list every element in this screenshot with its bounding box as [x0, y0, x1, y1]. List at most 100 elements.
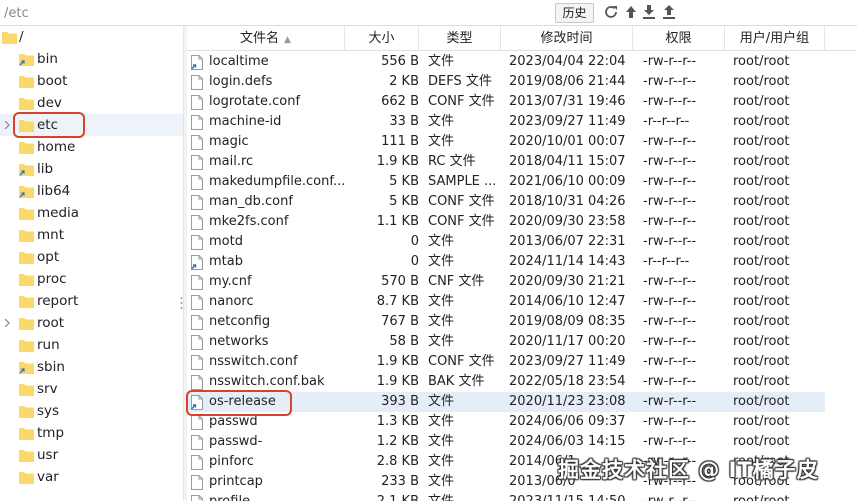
tree-item-proc[interactable]: proc — [0, 268, 183, 290]
file-permissions: -rw-r--r-- — [643, 234, 697, 249]
tree-item-opt[interactable]: opt — [0, 246, 183, 268]
upload-icon[interactable] — [661, 4, 677, 20]
file-mtime: 2023/11/15 14:50 — [509, 493, 634, 501]
tree-item-media[interactable]: media — [0, 202, 183, 224]
file-row[interactable]: mtab 0 文件 2024/11/14 14:43 -r--r--r-- root/ro… — [187, 252, 825, 272]
tree-item-dev[interactable]: dev — [0, 92, 183, 114]
file-name: pinforc — [209, 454, 254, 469]
path-input[interactable] — [4, 3, 544, 23]
tree-root[interactable]: / — [0, 26, 183, 48]
file-mtime: 2022/05/18 23:54 — [509, 374, 626, 389]
up-arrow-icon[interactable] — [623, 4, 639, 20]
folder-link-icon — [19, 54, 34, 66]
tree-item-root[interactable]: root — [0, 312, 183, 334]
file-owner: root/root — [733, 54, 790, 69]
tree-item-label: tmp — [37, 425, 65, 441]
file-name: man_db.conf — [209, 194, 293, 209]
tree-item-tmp[interactable]: tmp — [0, 422, 183, 444]
folder-icon — [19, 98, 34, 110]
history-button[interactable]: 历史 — [555, 3, 594, 23]
download-icon[interactable] — [641, 4, 657, 20]
file-row[interactable]: magic 111 B 文件 2020/10/01 00:07 -rw-r--r-- ro… — [187, 132, 825, 152]
file-row[interactable]: my.cnf 570 B CNF 文件 2020/09/30 21:21 -rw-r--… — [187, 272, 825, 292]
file-row[interactable]: motd 0 文件 2013/06/07 22:31 -rw-r--r-- root/ro… — [187, 232, 825, 252]
file-row[interactable]: nsswitch.conf.bak 1.9 KB BAK 文件 2022/05/18 … — [187, 372, 825, 392]
column-size[interactable]: 大小 — [345, 26, 419, 51]
column-permissions[interactable]: 权限 — [633, 26, 725, 51]
tree-item-label: report — [37, 293, 79, 309]
file-permissions: -rw-r--r-- — [643, 414, 697, 429]
file-permissions: -rw-r--r-- — [643, 274, 697, 289]
file-row[interactable]: makedumpfile.conf.... 5 KB SAMPLE ... 2021/… — [187, 172, 825, 192]
tree-item-label: mnt — [37, 227, 64, 243]
file-icon — [191, 95, 203, 110]
column-type[interactable]: 类型 — [419, 26, 501, 51]
tree-item-srv[interactable]: srv — [0, 378, 183, 400]
file-icon — [191, 135, 203, 150]
refresh-icon[interactable] — [603, 4, 619, 20]
file-mtime: 2023/04/04 22:04 — [509, 54, 626, 69]
splitter-grip-icon[interactable] — [180, 296, 183, 310]
file-row[interactable]: nsswitch.conf 1.9 KB CONF 文件 2023/09/27 11:… — [187, 352, 825, 372]
tree-item-sbin[interactable]: sbin — [0, 356, 183, 378]
tree-item-usr[interactable]: usr — [0, 444, 183, 466]
sort-asc-icon: ▲ — [284, 35, 291, 45]
tree-item-run[interactable]: run — [0, 334, 183, 356]
file-size: 1.9 KB — [376, 354, 419, 369]
file-icon — [191, 475, 203, 490]
tree-item-sys[interactable]: sys — [0, 400, 183, 422]
file-size: 1.9 KB — [376, 374, 419, 389]
file-mtime: 2019/08/06 21:44 — [509, 74, 626, 89]
directory-tree: / bin boot dev etc home lib lib64 media mnt opt pr… — [0, 26, 183, 501]
file-row[interactable]: login.defs 2 KB DEFS 文件 2019/08/06 21:44 -rw… — [187, 72, 825, 92]
file-type: 文件 — [428, 394, 455, 409]
tree-item-bin[interactable]: bin — [0, 48, 183, 70]
file-permissions: -rw-r--r-- — [643, 194, 697, 209]
folder-icon — [19, 384, 34, 396]
file-row[interactable]: machine-id 33 B 文件 2023/09/27 11:49 -r--r--r… — [187, 112, 825, 132]
file-row[interactable]: localtime 556 B 文件 2023/04/04 22:04 -rw-r--r… — [187, 52, 825, 72]
tree-item-mnt[interactable]: mnt — [0, 224, 183, 246]
file-size: 2.8 KB — [376, 454, 419, 469]
file-icon — [191, 415, 203, 430]
file-mtime: 2020/11/23 23:08 — [509, 394, 626, 409]
file-owner: root/root — [733, 174, 790, 189]
file-row[interactable]: netconfig 767 B 文件 2019/08/09 08:35 -rw-r--r… — [187, 312, 825, 332]
file-icon — [191, 195, 203, 210]
file-permissions: -rw-r--r-- — [643, 493, 723, 501]
file-type: 文件 — [428, 474, 455, 489]
file-type: 文件 — [428, 294, 455, 309]
folder-icon — [2, 32, 17, 44]
file-row[interactable]: mail.rc 1.9 KB RC 文件 2018/04/11 15:07 -rw-r-… — [187, 152, 825, 172]
file-mtime: 2023/09/27 11:49 — [509, 354, 626, 369]
file-icon — [191, 155, 203, 170]
tree-item-lib64[interactable]: lib64 — [0, 180, 183, 202]
tree-item-boot[interactable]: boot — [0, 70, 183, 92]
column-mtime[interactable]: 修改时间 — [501, 26, 633, 51]
file-link-icon — [191, 55, 203, 70]
tree-item-label: srv — [37, 381, 58, 397]
tree-item-report[interactable]: report — [0, 290, 183, 312]
file-row[interactable]: passwd- 1.2 KB 文件 2024/06/03 14:15 -rw-r--r-… — [187, 432, 825, 452]
file-permissions: -rw-r--r-- — [643, 174, 697, 189]
folder-icon — [19, 252, 34, 264]
file-row[interactable]: man_db.conf 5 KB CONF 文件 2018/10/31 04:26 -r… — [187, 192, 825, 212]
tree-item-label: dev — [37, 95, 62, 111]
file-owner: root/root — [733, 354, 790, 369]
tree-item-home[interactable]: home — [0, 136, 183, 158]
file-row[interactable]: profile2.1 KB 文件 2023/11/15 14:50 -rw-r--r-… — [187, 492, 825, 501]
file-permissions: -rw-r--r-- — [643, 74, 697, 89]
file-row[interactable]: mke2fs.conf 1.1 KB CONF 文件 2020/09/30 23:58… — [187, 212, 825, 232]
tree-item-lib[interactable]: lib — [0, 158, 183, 180]
file-row[interactable]: logrotate.conf 662 B CONF 文件 2013/07/31 19:… — [187, 92, 825, 112]
expand-arrow-icon[interactable] — [3, 319, 11, 327]
file-row[interactable]: networks 58 B 文件 2020/11/17 00:20 -rw-r--r--… — [187, 332, 825, 352]
file-size: 2 KB — [389, 74, 419, 89]
column-name[interactable]: 文件名 ▲ — [187, 26, 345, 51]
tree-item-label: opt — [37, 249, 60, 265]
expand-arrow-icon[interactable] — [3, 121, 11, 129]
file-row[interactable]: nanorc 8.7 KB 文件 2014/06/10 12:47 -rw-r--r--… — [187, 292, 825, 312]
column-owner[interactable]: 用户/用户组 — [725, 26, 825, 51]
file-name: networks — [209, 334, 269, 349]
tree-item-var[interactable]: var — [0, 466, 183, 488]
